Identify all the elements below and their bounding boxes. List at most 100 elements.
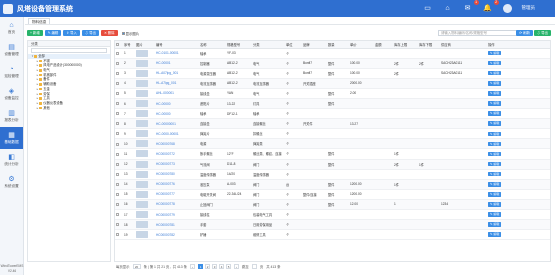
row-checkbox[interactable] [116,81,119,85]
page-size-select[interactable]: 20 [132,263,141,269]
material-thumbnail[interactable] [136,59,148,67]
material-thumbnail[interactable] [136,221,148,229]
show-image-checkbox[interactable]: 显示图片 [121,31,139,36]
tab-material-info[interactable]: 物料信息 [28,18,51,24]
sidebar-item-2[interactable]: ◔ 巡检管理 [0,61,23,83]
edit-row-button[interactable]: ✎ 编辑 [488,212,502,217]
material-thumbnail[interactable] [136,69,148,77]
material-thumbnail[interactable] [136,120,148,128]
table-row[interactable]: 3 HL-A07lpg_001 电源变压器 AB12-2 电气个 Bonfi7 整件 100.… [115,68,550,79]
sidebar-item-6[interactable]: ◧ 统计分析 [0,149,23,171]
row-checkbox[interactable] [116,132,119,136]
row-checkbox[interactable] [116,172,119,176]
cell-code[interactable]: HC-00000001 [155,118,199,130]
monitor-icon[interactable]: ▭ [423,3,433,13]
material-thumbnail[interactable] [136,49,148,57]
sidebar-item-7[interactable]: ⚙ 系统设置 [0,171,23,193]
cell-code[interactable]: HC00000777 [155,189,199,200]
row-checkbox[interactable] [116,193,119,197]
row-checkbox[interactable] [116,61,119,65]
edit-row-button[interactable]: ✎ 编辑 [488,232,502,237]
cell-code[interactable]: HC00000778 [155,199,199,211]
goto-page-input[interactable] [251,263,257,269]
row-checkbox[interactable] [116,152,119,156]
home-icon[interactable]: ⌂ [443,3,453,13]
cell-code[interactable]: HC-00000 [155,108,199,120]
cell-code[interactable]: HC00000768 [155,138,199,150]
avatar[interactable] [502,3,512,13]
table-row[interactable]: 4 HL-A7lpg_001 电流互感器 AB12-2 电流互感器个开关插座 2000.0… [115,78,550,89]
prev-page-button[interactable]: ‹ [190,263,196,269]
toolbar-button-0[interactable]: + 新增 [27,30,43,36]
row-checkbox[interactable] [116,213,119,217]
user-name[interactable]: 管理员 [522,5,536,11]
edit-row-button[interactable]: ✎ 编辑 [488,171,502,177]
material-thumbnail[interactable] [136,100,148,108]
edit-row-button[interactable]: ✎ 编辑 [488,121,502,126]
table-row[interactable]: 10 HC00000768 电源 弹簧类个 ✎ 编辑 [115,138,550,150]
table-row[interactable]: 6 HC-00000 遮阳片 13-22 灯具个 整件 ✎ 编辑 [115,98,550,110]
toolbar-button-1[interactable]: ✎ 编辑 [44,30,62,36]
cell-code[interactable]: HC00000779 [155,209,199,221]
material-thumbnail[interactable] [136,110,148,118]
table-row[interactable]: 7 HC-00000 轴承 DF12-1 轴承个 ✎ 编辑 [115,108,550,120]
select-all-checkbox[interactable] [116,42,119,46]
row-checkbox[interactable] [116,51,119,55]
export-right-button[interactable]: ⇩ 导出 [533,30,551,36]
row-checkbox[interactable] [116,122,119,126]
cell-code[interactable]: HC00000776 [155,179,199,190]
table-row[interactable]: 9 HC-0000-00001 弹簧片 扣螺丝个 ✎ 编辑 [115,128,550,140]
cell-code[interactable]: HC-00001 [155,58,199,69]
toolbar-button-4[interactable]: ✕ 删除 [101,30,118,36]
material-thumbnail[interactable] [136,180,148,188]
row-checkbox[interactable] [116,102,119,106]
page-number-button[interactable]: 3 [212,263,218,269]
edit-row-button[interactable]: ✎ 编辑 [488,131,502,137]
edit-row-button[interactable]: ✎ 编辑 [488,81,502,86]
cell-code[interactable]: HC00000782 [155,229,199,241]
sidebar-item-0[interactable]: ⌂ 首页 [0,17,23,39]
cell-code[interactable]: HC00000781 [155,219,199,231]
material-thumbnail[interactable] [136,170,148,178]
edit-row-button[interactable]: ✎ 编辑 [488,101,502,106]
material-thumbnail[interactable] [136,231,148,239]
table-row[interactable]: 2 HC-00001 控制器 AB12-2 电气个 Bonfi7 整件 100.00 2件 2件 S… [115,58,550,69]
table-row[interactable]: 14 HC00000776 液压泵 A-003 阀门台 整件 1200.00 1件 ✎ 编辑 [115,179,550,190]
material-thumbnail[interactable] [136,211,148,219]
sidebar-item-1[interactable]: ▤ 设备管理 [0,39,23,61]
edit-row-button[interactable]: ✎ 编辑 [488,70,502,76]
page-number-button[interactable]: 4 [219,263,225,269]
cell-code[interactable]: HL-A07lpg_001 [155,68,199,79]
material-thumbnail[interactable] [136,79,148,87]
row-checkbox[interactable] [116,233,119,237]
cell-code[interactable]: HC-0000-00001 [155,128,199,140]
table-row[interactable]: 16 HC00000778 止回阀门 阀门个 整件 12.00 1 1234 ✎ 编辑 [115,199,550,211]
cell-code[interactable]: HC-00000 [155,98,199,110]
edit-row-button[interactable]: ✎ 编辑 [488,161,502,167]
page-number-button[interactable]: 2 [205,263,211,269]
row-checkbox[interactable] [116,203,119,207]
material-thumbnail[interactable] [136,190,148,198]
table-row[interactable]: 5 AHL-000001 接线盒 YAN 电气个 整件 2.00 ✎ 编辑 [115,88,550,99]
sidebar-item-5[interactable]: ▦ 基础数据 [0,127,23,149]
tree-search-input[interactable] [31,48,107,53]
table-row[interactable]: 8 HC-00000001 连接盒 连接螺丝个开关件 13.27 ✎ 编辑 [115,118,550,130]
material-thumbnail[interactable] [136,89,148,97]
table-row[interactable]: 15 HC00000777 电磁开关阀 22-34L/24 阀门个整件/连接 整件 1200… [115,189,550,200]
edit-row-button[interactable]: ✎ 编辑 [488,151,502,157]
edit-row-button[interactable]: ✎ 编辑 [488,60,502,66]
page-number-button[interactable]: 1 [198,263,204,269]
toolbar-button-3[interactable]: ⇩ 导出 [81,30,99,36]
page-number-button[interactable]: 5 [226,263,232,269]
cell-code[interactable]: AHL-000001 [155,88,199,99]
cell-code[interactable]: HC-0101-00001 [155,48,199,59]
edit-row-button[interactable]: ✎ 编辑 [488,182,502,187]
row-checkbox[interactable] [116,142,119,146]
tree-node[interactable]: ▸ 其他 [28,106,110,111]
search-input[interactable]: 请输入物料编码/名称/规格型号 ⌕ [438,30,528,36]
material-thumbnail[interactable] [136,130,148,138]
table-row[interactable]: 19 HC00000782 铲锤 维修工具个 ✎ 编辑 [115,229,550,241]
material-thumbnail[interactable] [136,160,148,168]
table-row[interactable]: 1 HC-0101-00001 轴承 YF-03 个 ✎ 编辑 [115,48,550,59]
next-page-button[interactable]: › [234,263,240,269]
